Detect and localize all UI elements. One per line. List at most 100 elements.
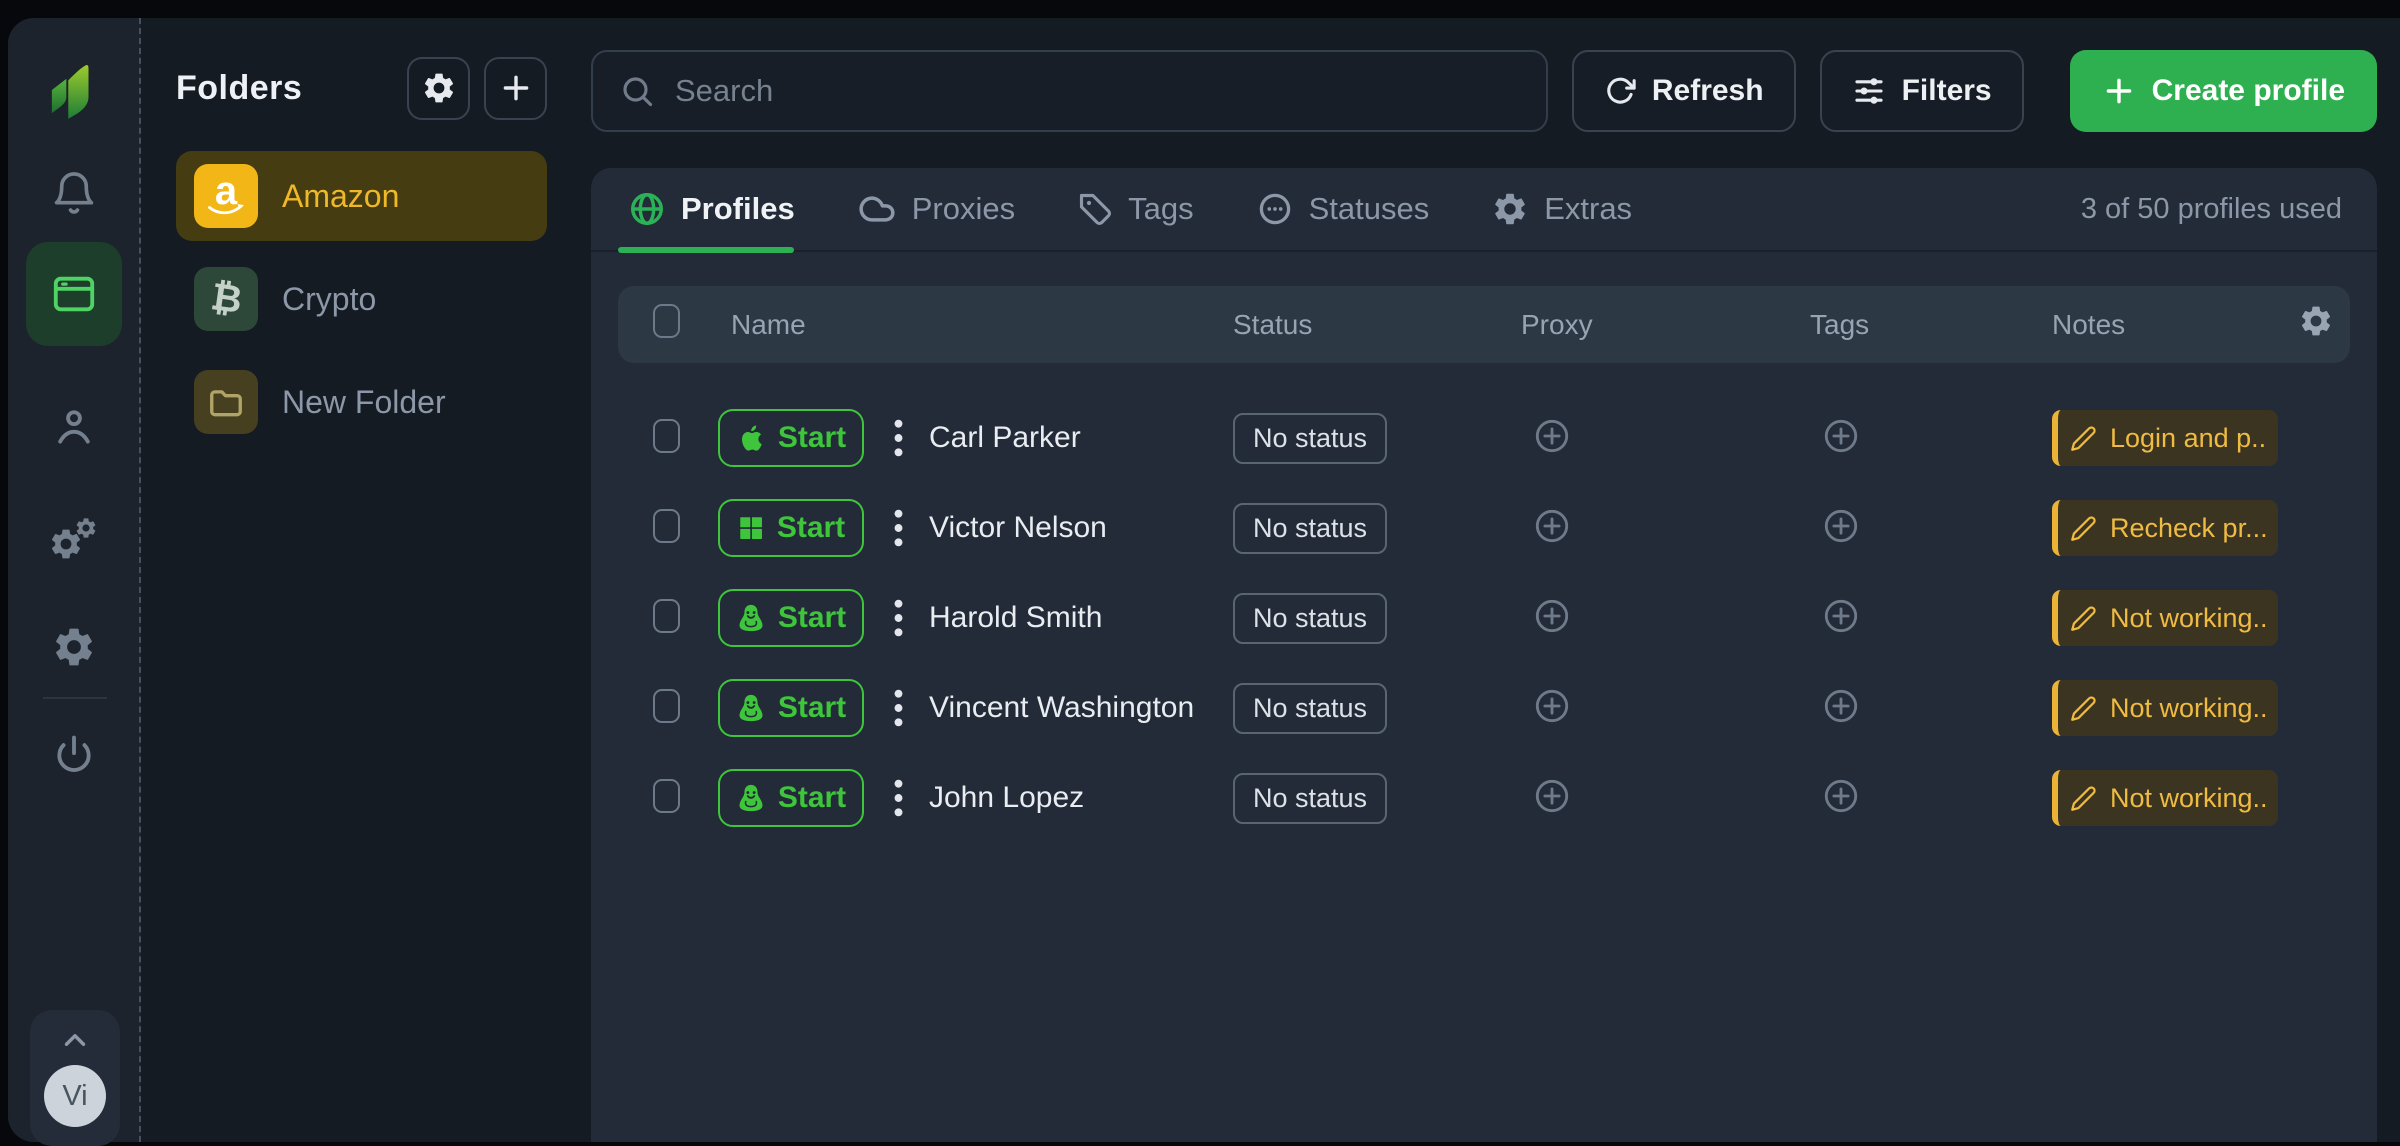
refresh-button[interactable]: Refresh: [1572, 50, 1796, 132]
table-row: Start Harold Smith No status Not working…: [618, 573, 2350, 663]
column-status: Status: [1233, 309, 1521, 341]
gear-icon: [421, 70, 457, 106]
profiles-usage-text: 3 of 50 profiles used: [2081, 193, 2342, 226]
accounts-person-icon[interactable]: [51, 404, 97, 450]
select-all-checkbox[interactable]: [653, 304, 680, 338]
tab-tags[interactable]: Tags: [1077, 191, 1193, 227]
note-button[interactable]: Not working...: [2052, 680, 2278, 736]
add-proxy-icon[interactable]: [1533, 417, 1571, 455]
status-badge: No status: [1233, 773, 1387, 824]
pencil-icon: [2070, 785, 2097, 812]
status-badge: No status: [1233, 503, 1387, 554]
note-text: Not working...: [2110, 693, 2266, 724]
table-header: Name Status Proxy Tags Notes: [618, 286, 2350, 363]
row-checkbox[interactable]: [653, 779, 680, 813]
start-profile-button[interactable]: Start: [718, 499, 864, 557]
folders-settings-button[interactable]: [407, 57, 470, 120]
note-text: Login and p...: [2110, 423, 2266, 454]
table-row: Start Carl Parker No status Login and p.…: [618, 393, 2350, 483]
add-tag-icon[interactable]: [1822, 777, 1860, 815]
browser-window-icon: [51, 271, 97, 317]
filters-sliders-icon: [1852, 74, 1886, 108]
add-tag-icon[interactable]: [1822, 507, 1860, 545]
table-row: Start Vincent Washington No status Not w…: [618, 663, 2350, 753]
macos-icon: [736, 423, 766, 453]
folder-item-crypto[interactable]: ₿ Crypto: [176, 254, 547, 344]
sidebar-item-browser-profiles[interactable]: [26, 242, 122, 346]
tab-proxies[interactable]: Proxies: [857, 189, 1015, 229]
note-text: Not working...: [2110, 603, 2266, 634]
table-body: Start Carl Parker No status Login and p.…: [618, 393, 2350, 843]
column-notes: Notes: [2052, 309, 2298, 341]
start-profile-button[interactable]: Start: [718, 409, 864, 467]
search-icon: [619, 73, 655, 109]
status-badge: No status: [1233, 413, 1387, 464]
add-proxy-icon[interactable]: [1533, 597, 1571, 635]
row-checkbox[interactable]: [653, 689, 680, 723]
linux-icon: [736, 603, 766, 633]
bitcoin-icon: ₿: [194, 267, 258, 331]
start-profile-button[interactable]: Start: [718, 679, 864, 737]
note-text: Recheck pr...: [2110, 513, 2266, 544]
notifications-bell-icon[interactable]: [51, 169, 97, 215]
note-button[interactable]: Not working...: [2052, 770, 2278, 826]
tab-extras[interactable]: Extras: [1491, 190, 1632, 228]
folder-item-new-folder[interactable]: New Folder: [176, 357, 547, 447]
pencil-icon: [2070, 695, 2097, 722]
folder-icon: [194, 370, 258, 434]
row-menu-icon[interactable]: [894, 599, 903, 637]
folder-item-amazon[interactable]: a Amazon: [176, 151, 547, 241]
main-area: Refresh Filters Create profile Profiles …: [591, 18, 2400, 1142]
windows-icon: [737, 514, 765, 542]
row-menu-icon[interactable]: [894, 689, 903, 727]
profile-name: Carl Parker: [929, 421, 1081, 455]
avatar[interactable]: Vi: [44, 1065, 106, 1127]
row-menu-icon[interactable]: [894, 419, 903, 457]
table-settings-gear-icon[interactable]: [2298, 303, 2334, 339]
power-icon[interactable]: [52, 733, 96, 777]
note-button[interactable]: Recheck pr...: [2052, 500, 2278, 556]
note-button[interactable]: Not working...: [2052, 590, 2278, 646]
add-proxy-icon[interactable]: [1533, 507, 1571, 545]
add-proxy-icon[interactable]: [1533, 687, 1571, 725]
icon-rail: Vi: [8, 18, 141, 1142]
add-proxy-icon[interactable]: [1533, 777, 1571, 815]
chevron-up-icon: [58, 1023, 92, 1057]
statuses-icon: [1256, 190, 1294, 228]
row-menu-icon[interactable]: [894, 509, 903, 547]
note-button[interactable]: Login and p...: [2052, 410, 2278, 466]
pencil-icon: [2070, 605, 2097, 632]
folder-label: Crypto: [282, 281, 376, 318]
pencil-icon: [2070, 425, 2097, 452]
filters-button[interactable]: Filters: [1820, 50, 2024, 132]
search-input[interactable]: [675, 73, 1520, 109]
status-badge: No status: [1233, 593, 1387, 644]
settings-gear-icon[interactable]: [51, 624, 97, 670]
create-profile-button[interactable]: Create profile: [2070, 50, 2377, 132]
start-profile-button[interactable]: Start: [718, 589, 864, 647]
profile-name: John Lopez: [929, 781, 1084, 815]
row-checkbox[interactable]: [653, 509, 680, 543]
tab-statuses[interactable]: Statuses: [1256, 190, 1430, 228]
rail-divider: [43, 697, 107, 699]
linux-icon: [736, 783, 766, 813]
profiles-panel: Profiles Proxies Tags Statuses Extras: [591, 168, 2377, 1142]
add-folder-button[interactable]: [484, 57, 547, 120]
row-menu-icon[interactable]: [894, 779, 903, 817]
status-badge: No status: [1233, 683, 1387, 734]
amazon-icon: a: [194, 164, 258, 228]
add-tag-icon[interactable]: [1822, 417, 1860, 455]
profile-name: Victor Nelson: [929, 511, 1107, 545]
folder-label: Amazon: [282, 178, 399, 215]
gear-icon: [1491, 190, 1529, 228]
add-tag-icon[interactable]: [1822, 597, 1860, 635]
user-menu[interactable]: Vi: [30, 1010, 120, 1146]
add-tag-icon[interactable]: [1822, 687, 1860, 725]
start-profile-button[interactable]: Start: [718, 769, 864, 827]
row-checkbox[interactable]: [653, 599, 680, 633]
row-checkbox[interactable]: [653, 419, 680, 453]
folders-panel: Folders a Amazon ₿ Crypto: [143, 18, 591, 1142]
automation-gears-icon[interactable]: [48, 516, 100, 564]
tab-profiles[interactable]: Profiles: [628, 190, 795, 228]
note-text: Not working...: [2110, 783, 2266, 814]
